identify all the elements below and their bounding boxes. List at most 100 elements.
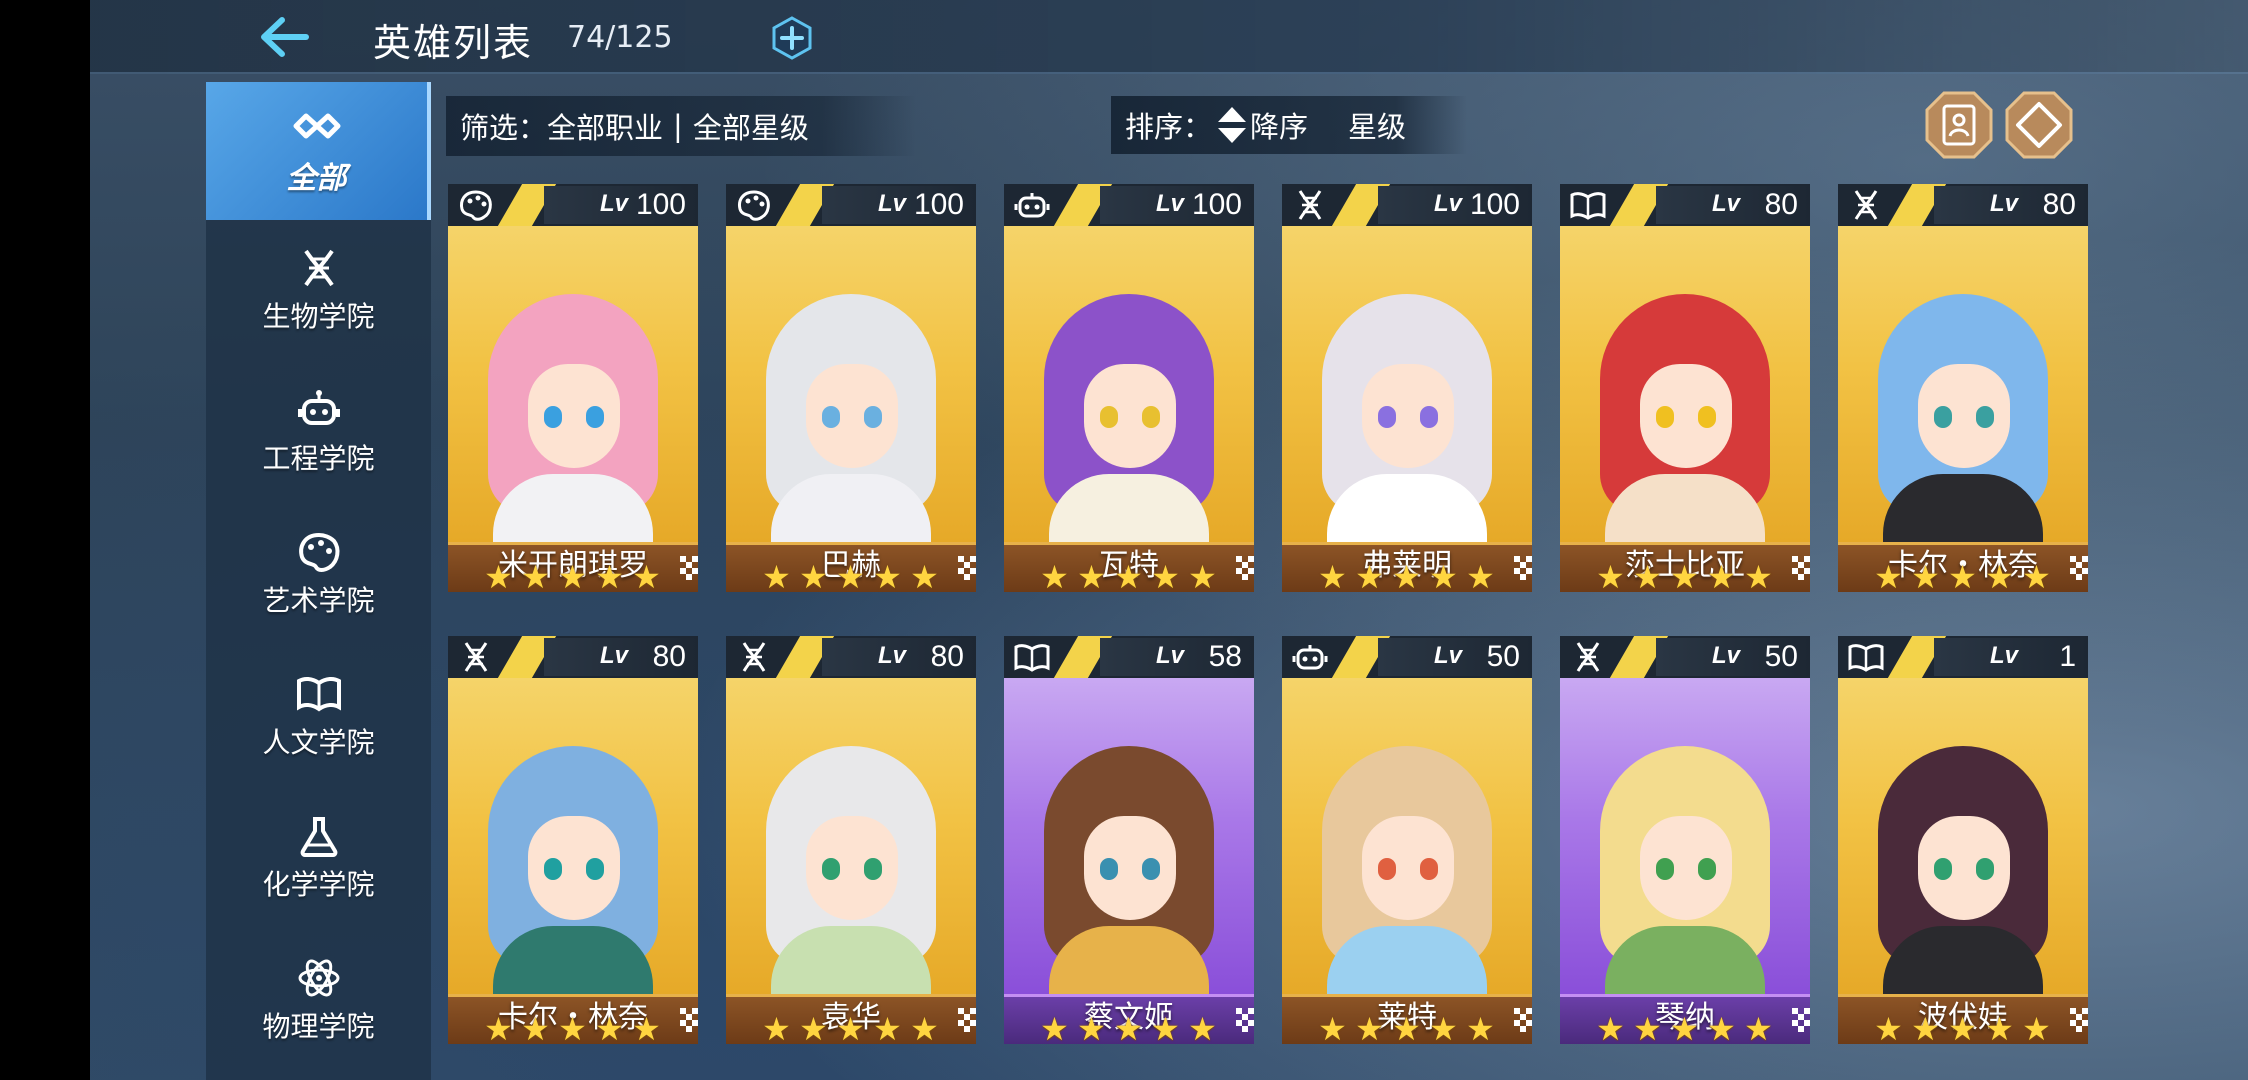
star-icon: ★ — [836, 1010, 865, 1044]
hero-level: 80 — [2042, 188, 2076, 221]
star-icon: ★ — [1633, 1010, 1662, 1044]
star-icon: ★ — [1114, 1010, 1143, 1044]
sort-label: 排序： — [1125, 110, 1213, 144]
hero-portrait — [448, 224, 698, 584]
filter-bar[interactable]: 筛选： 全部职业 | 全部星级 — [446, 96, 916, 156]
filter-class-value[interactable]: 全部职业 — [547, 105, 663, 147]
hero-eye — [1698, 406, 1716, 428]
dna-icon — [303, 249, 334, 287]
hero-star-rating: ★ ★ ★ ★ ★ — [758, 561, 943, 592]
checkered-flag-icon — [680, 556, 698, 580]
hero-card[interactable]: Lv 80 卡尔・林奈 ★ ★ ★ ★ ★ — [448, 636, 698, 1044]
star-icon: ★ — [1707, 558, 1736, 592]
hero-card[interactable]: Lv 58 蔡文姬 ★ ★ ★ ★ ★ — [1004, 636, 1254, 1044]
level-prefix: Lv — [1434, 190, 1463, 217]
star-icon: ★ — [1670, 558, 1699, 592]
hero-face — [528, 816, 620, 920]
star-icon: ★ — [1392, 1010, 1421, 1044]
star-icon: ★ — [1874, 558, 1903, 592]
hero-card-view-button[interactable] — [1924, 90, 1994, 160]
hero-eye — [1100, 858, 1118, 880]
filter-star-value[interactable]: 全部星级 — [693, 105, 809, 147]
level-prefix: Lv — [1156, 190, 1185, 217]
star-icon: ★ — [1318, 1010, 1347, 1044]
hero-portrait — [726, 224, 976, 584]
hero-eye — [1698, 858, 1716, 880]
hero-eye — [1420, 858, 1438, 880]
star-icon: ★ — [595, 1010, 624, 1044]
hero-level: 100 — [635, 188, 686, 221]
hero-card[interactable]: Lv 80 莎士比亚 ★ ★ ★ ★ ★ — [1560, 184, 1810, 592]
back-button[interactable] — [258, 14, 312, 60]
star-icon: ★ — [873, 1010, 902, 1044]
filter-separator: | — [673, 109, 683, 143]
robot-icon — [1292, 645, 1328, 670]
star-icon: ★ — [1188, 1010, 1217, 1044]
hero-star-rating: ★ ★ ★ ★ ★ — [1036, 1010, 1221, 1044]
expand-view-button[interactable] — [2004, 90, 2074, 160]
sidebar-item-art[interactable]: 艺术学院 — [206, 506, 431, 644]
sidebar-item-chemistry[interactable]: 化学学院 — [206, 790, 431, 928]
hero-card[interactable]: Lv 100 米开朗琪罗 ★ ★ ★ ★ ★ — [448, 184, 698, 592]
checkered-flag-icon — [680, 1008, 698, 1032]
hero-eye — [822, 406, 840, 428]
sidebar-item-physics[interactable]: 物理学院 — [206, 932, 431, 1070]
sidebar-item-humanities[interactable]: 人文学院 — [206, 648, 431, 786]
hero-star-rating: ★ ★ ★ ★ ★ — [1314, 1010, 1499, 1044]
add-capacity-button[interactable] — [770, 16, 814, 60]
sidebar-item-label: 人文学院 — [262, 726, 375, 759]
star-icon: ★ — [558, 558, 587, 592]
checkered-flag-icon — [1236, 1008, 1254, 1032]
checkered-flag-icon — [2070, 1008, 2088, 1032]
star-icon: ★ — [2022, 1010, 2051, 1044]
hero-card[interactable]: Lv 50 莱特 ★ ★ ★ ★ ★ — [1282, 636, 1532, 1044]
hero-card[interactable]: Lv 80 袁华 ★ ★ ★ ★ ★ — [726, 636, 976, 1044]
star-icon: ★ — [521, 1010, 550, 1044]
sort-order[interactable]: 降序 — [1250, 104, 1308, 146]
sort-order-icon[interactable] — [1214, 105, 1250, 145]
hero-face — [806, 364, 898, 468]
star-icon: ★ — [1911, 558, 1940, 592]
star-icon: ★ — [1985, 558, 2014, 592]
star-icon: ★ — [1948, 1010, 1977, 1044]
hero-eye — [1378, 406, 1396, 428]
hero-portrait — [1282, 224, 1532, 584]
sidebar-item-biology[interactable]: 生物学院 — [206, 222, 431, 360]
star-icon: ★ — [1596, 558, 1625, 592]
hero-level: 80 — [652, 640, 686, 673]
star-icon: ★ — [632, 558, 661, 592]
hero-card[interactable]: Lv 80 卡尔・林奈 ★ ★ ★ ★ ★ — [1838, 184, 2088, 592]
hero-level: 80 — [930, 640, 964, 673]
hero-card[interactable]: Lv 100 瓦特 ★ ★ ★ ★ ★ — [1004, 184, 1254, 592]
hero-level: 100 — [1191, 188, 1242, 221]
level-prefix: Lv — [1990, 190, 2019, 217]
hero-eye — [1976, 858, 1994, 880]
hero-face — [1362, 816, 1454, 920]
star-icon: ★ — [762, 1010, 791, 1044]
profile-card-icon — [1925, 91, 1993, 159]
star-icon: ★ — [1077, 1010, 1106, 1044]
hero-level: 1 — [2059, 640, 2076, 673]
sidebar-item-label: 全部 — [286, 161, 347, 196]
star-icon: ★ — [2022, 558, 2051, 592]
level-prefix: Lv — [600, 190, 629, 217]
sidebar-item-all[interactable]: 全部 — [206, 82, 431, 220]
hero-face — [1918, 364, 2010, 468]
level-prefix: Lv — [1156, 642, 1185, 669]
sidebar-item-engineering[interactable]: 工程学院 — [206, 364, 431, 502]
hero-eye — [822, 858, 840, 880]
hero-face — [1084, 364, 1176, 468]
page-title: 英雄列表 — [373, 21, 534, 65]
hero-portrait — [726, 676, 976, 1036]
hero-star-rating: ★ ★ ★ ★ ★ — [1870, 558, 2055, 592]
hero-face — [528, 364, 620, 468]
hero-card[interactable]: Lv 100 巴赫 ★ ★ ★ ★ ★ — [726, 184, 976, 592]
hero-card[interactable]: Lv 50 琴纳 ★ ★ ★ ★ ★ — [1560, 636, 1810, 1044]
hero-card[interactable]: Lv 1 波伏娃 ★ ★ ★ ★ ★ — [1838, 636, 2088, 1044]
star-icon: ★ — [1392, 558, 1421, 592]
level-prefix: Lv — [1712, 642, 1741, 669]
sort-key[interactable]: 星级 — [1348, 104, 1406, 146]
star-icon: ★ — [1318, 558, 1347, 592]
star-icon: ★ — [1466, 1010, 1495, 1044]
hero-card[interactable]: Lv 100 弗莱明 ★ ★ ★ ★ ★ — [1282, 184, 1532, 592]
